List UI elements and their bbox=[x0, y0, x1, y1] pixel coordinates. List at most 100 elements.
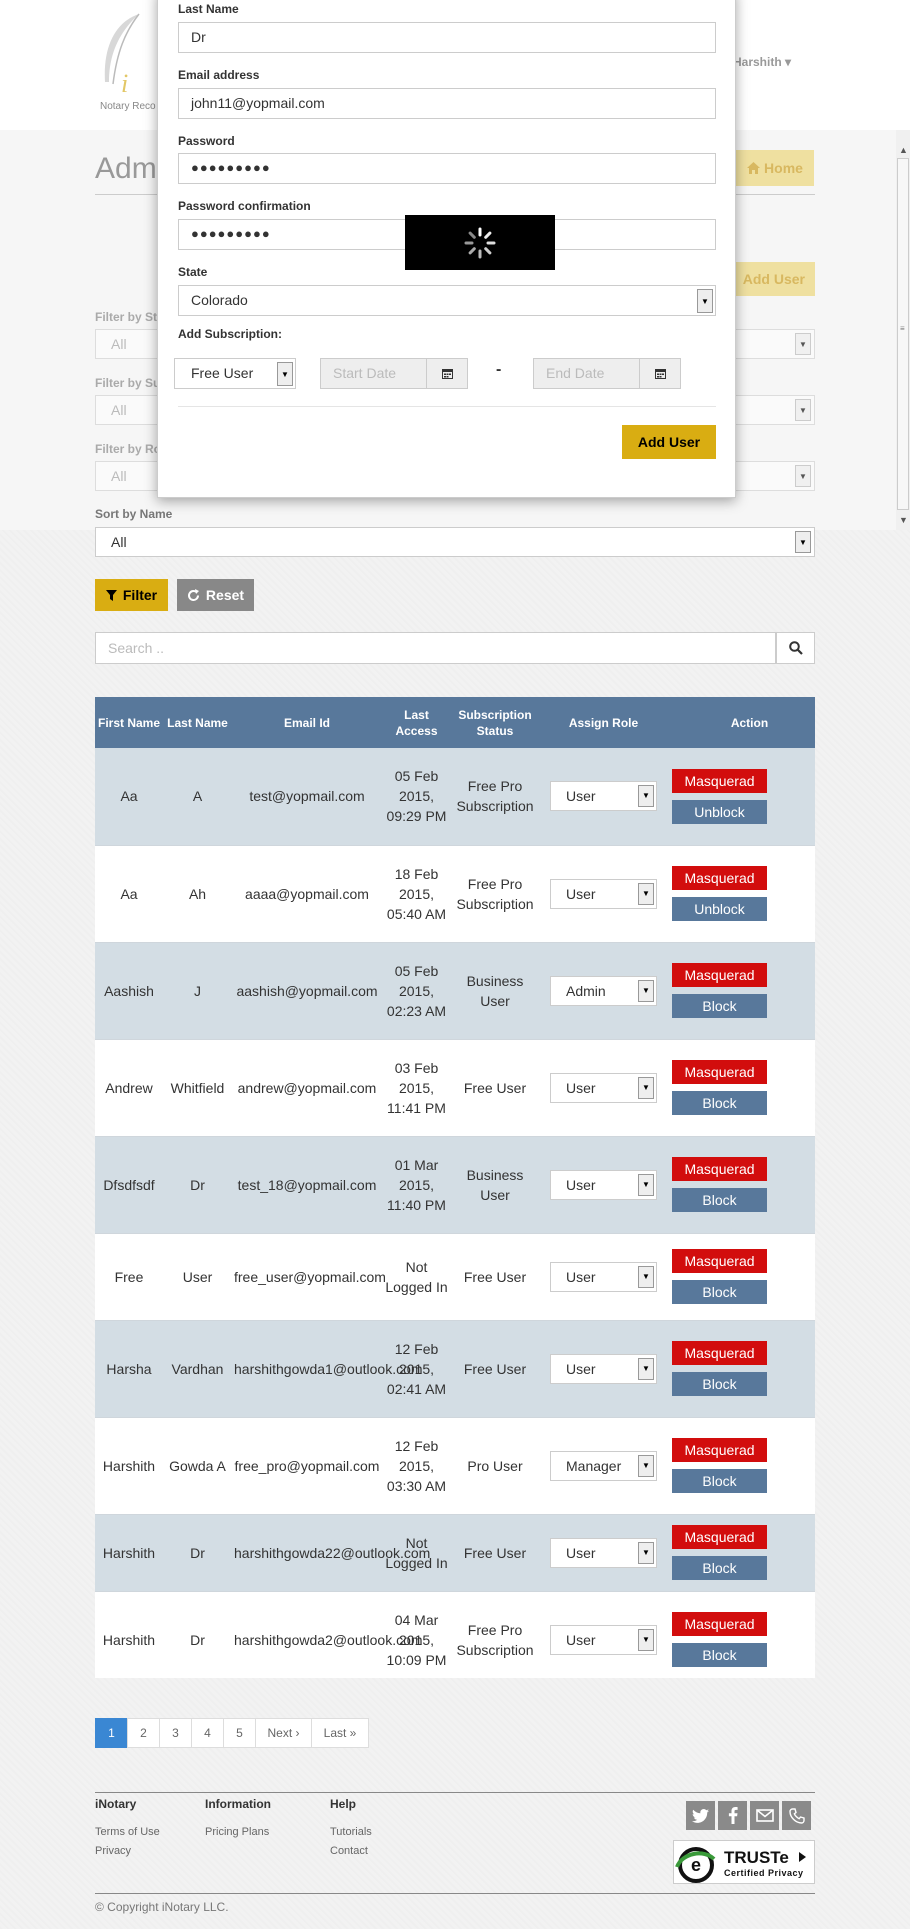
user-menu[interactable]: Harshith ▾ bbox=[733, 55, 791, 69]
last-name-field[interactable]: Dr bbox=[178, 22, 716, 53]
masquerade-button[interactable]: Masquerad bbox=[672, 1060, 767, 1084]
scrollbar-thumb[interactable] bbox=[897, 158, 909, 510]
cell-subscription: Business User bbox=[466, 972, 524, 1009]
page-title: Adm bbox=[95, 152, 157, 185]
cell-first-name: Andrew bbox=[105, 1079, 153, 1096]
block-toggle-button[interactable]: Unblock bbox=[672, 799, 767, 824]
scroll-down-icon[interactable]: ▼ bbox=[899, 515, 908, 525]
role-select[interactable]: User ▼ bbox=[550, 1072, 657, 1103]
masquerade-button[interactable]: Masquerad bbox=[672, 1157, 767, 1181]
last-page-link[interactable]: Last » bbox=[311, 1718, 369, 1748]
cell-last-name: User bbox=[182, 1268, 213, 1285]
add-user-button[interactable]: Add User bbox=[725, 262, 815, 296]
col-first-name[interactable]: First Name bbox=[95, 697, 163, 748]
col-subscription[interactable]: Subscription Status bbox=[451, 697, 539, 748]
cell-last-name: Dr bbox=[190, 1544, 205, 1561]
role-value: User bbox=[566, 885, 596, 902]
mail-icon[interactable] bbox=[750, 1801, 779, 1830]
role-select[interactable]: User ▼ bbox=[550, 1169, 657, 1200]
phone-icon[interactable] bbox=[782, 1801, 811, 1830]
masquerade-button[interactable]: Masquerad bbox=[672, 1438, 767, 1462]
calendar-icon[interactable] bbox=[639, 359, 680, 388]
col-last-name[interactable]: Last Name bbox=[163, 697, 232, 748]
role-select[interactable]: Admin ▼ bbox=[550, 975, 657, 1006]
masquerade-button[interactable]: Masquerad bbox=[672, 1341, 767, 1365]
home-button[interactable]: Home bbox=[736, 150, 814, 186]
masquerade-button[interactable]: Masquerad bbox=[672, 963, 767, 987]
chevron-down-icon: ▼ bbox=[277, 362, 293, 386]
cell-last-name: J bbox=[194, 982, 201, 999]
password-field[interactable]: ●●●●●●●●● bbox=[178, 153, 716, 184]
block-toggle-button[interactable]: Block bbox=[672, 994, 767, 1018]
block-toggle-button[interactable]: Block bbox=[672, 1280, 767, 1304]
role-select[interactable]: User ▼ bbox=[550, 878, 657, 909]
submit-add-user-button[interactable]: Add User bbox=[622, 425, 716, 459]
role-value: Manager bbox=[566, 1457, 622, 1474]
reset-button[interactable]: Reset bbox=[177, 579, 254, 611]
block-toggle-button[interactable]: Block bbox=[672, 1469, 767, 1493]
tutorials-link[interactable]: Tutorials bbox=[330, 1826, 372, 1838]
svg-text:i: i bbox=[121, 69, 128, 97]
page-link-5[interactable]: 5 bbox=[223, 1718, 256, 1748]
col-last-access[interactable]: Last Access bbox=[382, 697, 451, 748]
end-date-input[interactable]: End Date bbox=[533, 358, 681, 389]
filter-button[interactable]: Filter bbox=[95, 579, 168, 611]
state-select[interactable]: Colorado ▼ bbox=[178, 285, 716, 316]
masquerade-button[interactable]: Masquerad bbox=[672, 768, 767, 793]
role-select[interactable]: User ▼ bbox=[550, 1261, 657, 1292]
table-row: Andrew Whitfield andrew@yopmail.com 03 F… bbox=[95, 1039, 815, 1136]
block-toggle-button[interactable]: Block bbox=[672, 1643, 767, 1667]
role-select[interactable]: User ▼ bbox=[550, 1537, 657, 1568]
terms-link[interactable]: Terms of Use bbox=[95, 1826, 160, 1838]
filter-role-label: Filter by Ro bbox=[95, 442, 162, 456]
cell-last-access: 05 Feb 2015, 09:29 PM bbox=[386, 768, 447, 825]
block-toggle-button[interactable]: Block bbox=[672, 1556, 767, 1580]
block-toggle-button[interactable]: Block bbox=[672, 1188, 767, 1212]
grip-icon: ≡ bbox=[900, 324, 905, 333]
calendar-icon[interactable] bbox=[426, 359, 467, 388]
start-date-input[interactable]: Start Date bbox=[320, 358, 468, 389]
role-select[interactable]: User ▼ bbox=[550, 1353, 657, 1384]
subscription-select[interactable]: Free User ▼ bbox=[174, 358, 296, 389]
page-link-4[interactable]: 4 bbox=[191, 1718, 224, 1748]
col-email[interactable]: Email Id bbox=[232, 697, 382, 748]
chevron-down-icon: ▼ bbox=[795, 531, 811, 553]
search-button[interactable] bbox=[776, 632, 815, 664]
state-value: Colorado bbox=[191, 292, 248, 308]
truste-seal-icon: e TRUSTe Certified Privacy bbox=[675, 1847, 806, 1883]
masquerade-button[interactable]: Masquerad bbox=[672, 1249, 767, 1273]
cell-subscription: Free Pro Subscription bbox=[456, 875, 534, 912]
block-toggle-button[interactable]: Block bbox=[672, 1091, 767, 1115]
role-value: User bbox=[566, 1544, 596, 1561]
page-link-3[interactable]: 3 bbox=[159, 1718, 192, 1748]
masquerade-button[interactable]: Masquerad bbox=[672, 866, 767, 890]
email-field[interactable]: john11@yopmail.com bbox=[178, 88, 716, 119]
role-select[interactable]: Manager ▼ bbox=[550, 1450, 657, 1481]
contact-link[interactable]: Contact bbox=[330, 1845, 368, 1857]
role-select[interactable]: User ▼ bbox=[550, 781, 657, 812]
twitter-icon[interactable] bbox=[686, 1801, 715, 1830]
table-row: Free User free_user@yopmail.com Not Logg… bbox=[95, 1233, 815, 1320]
role-select[interactable]: User ▼ bbox=[550, 1624, 657, 1655]
privacy-link[interactable]: Privacy bbox=[95, 1845, 131, 1857]
cell-email: free_pro@yopmail.com bbox=[234, 1457, 380, 1474]
password-confirm-label: Password confirmation bbox=[178, 199, 311, 213]
truste-badge[interactable]: e TRUSTe Certified Privacy bbox=[673, 1840, 815, 1884]
next-page-link[interactable]: Next › bbox=[255, 1718, 312, 1748]
search-input[interactable]: Search .. bbox=[95, 632, 776, 664]
footer-help-heading: Help bbox=[330, 1797, 357, 1811]
facebook-icon[interactable] bbox=[718, 1801, 747, 1830]
sort-select[interactable]: All ▼ bbox=[95, 527, 815, 557]
masquerade-button[interactable]: Masquerad bbox=[672, 1525, 767, 1549]
block-toggle-button[interactable]: Unblock bbox=[672, 897, 767, 921]
page-link-2[interactable]: 2 bbox=[127, 1718, 160, 1748]
col-role: Assign Role bbox=[568, 715, 639, 730]
cell-first-name: Harshith bbox=[102, 1544, 156, 1561]
block-toggle-button[interactable]: Block bbox=[672, 1372, 767, 1396]
scroll-up-icon[interactable]: ▲ bbox=[899, 145, 908, 155]
col-action: Action bbox=[730, 715, 769, 730]
masquerade-button[interactable]: Masquerad bbox=[672, 1612, 767, 1636]
page-link-1[interactable]: 1 bbox=[95, 1718, 128, 1748]
cell-first-name: Harsha bbox=[106, 1360, 152, 1377]
pricing-plans-link[interactable]: Pricing Plans bbox=[205, 1826, 269, 1838]
